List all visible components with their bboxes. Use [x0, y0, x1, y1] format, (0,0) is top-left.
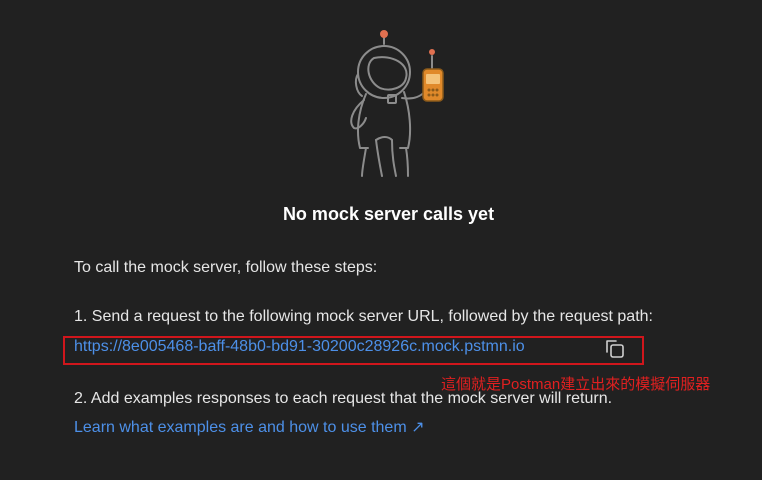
- astronaut-illustration: [350, 30, 444, 177]
- learn-examples-link[interactable]: Learn what examples are and how to use t…: [74, 417, 425, 437]
- annotation-highlight-box: [63, 336, 644, 365]
- step-1-text: 1. Send a request to the following mock …: [74, 308, 653, 325]
- empty-state-title: No mock server calls yet: [282, 204, 495, 224]
- step-2-text: 2. Add examples responses to each reques…: [74, 390, 613, 407]
- instructions-intro: To call the mock server, follow these st…: [74, 259, 378, 276]
